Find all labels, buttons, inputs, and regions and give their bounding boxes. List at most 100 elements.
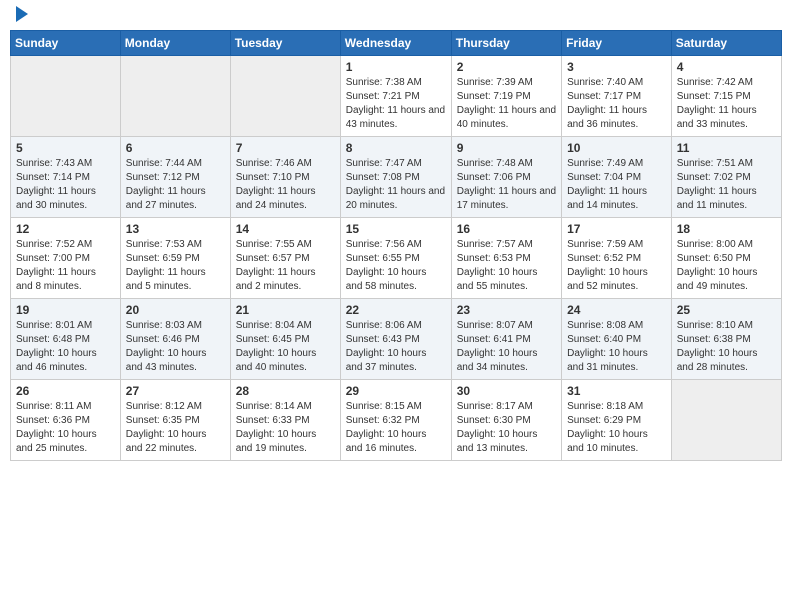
day-info: Sunrise: 7:46 AMSunset: 7:10 PMDaylight:…	[236, 157, 335, 213]
day-info: Sunrise: 7:55 AMSunset: 6:57 PMDaylight:…	[236, 238, 335, 294]
day-info: Sunrise: 7:40 AMSunset: 7:17 PMDaylight:…	[567, 76, 666, 132]
day-number: 5	[16, 141, 115, 155]
day-number: 7	[236, 141, 335, 155]
day-info: Sunrise: 7:47 AMSunset: 7:08 PMDaylight:…	[346, 157, 446, 213]
day-number: 8	[346, 141, 446, 155]
calendar-day-cell	[120, 56, 230, 137]
day-number: 14	[236, 222, 335, 236]
day-of-week-header: Tuesday	[230, 31, 340, 56]
day-number: 12	[16, 222, 115, 236]
calendar-header-row: SundayMondayTuesdayWednesdayThursdayFrid…	[11, 31, 782, 56]
calendar-day-cell: 13Sunrise: 7:53 AMSunset: 6:59 PMDayligh…	[120, 218, 230, 299]
day-info: Sunrise: 7:56 AMSunset: 6:55 PMDaylight:…	[346, 238, 446, 294]
day-info: Sunrise: 8:00 AMSunset: 6:50 PMDaylight:…	[677, 238, 776, 294]
calendar-day-cell: 20Sunrise: 8:03 AMSunset: 6:46 PMDayligh…	[120, 299, 230, 380]
day-info: Sunrise: 8:04 AMSunset: 6:45 PMDaylight:…	[236, 319, 335, 375]
day-number: 15	[346, 222, 446, 236]
calendar-day-cell: 1 Sunrise: 7:38 AMSunset: 7:21 PMDaylight…	[340, 56, 451, 137]
day-number: 10	[567, 141, 666, 155]
day-info: Sunrise: 8:11 AMSunset: 6:36 PMDaylight:…	[16, 400, 115, 456]
day-number: 27	[126, 384, 225, 398]
day-number: 30	[457, 384, 556, 398]
day-info: Sunrise: 7:59 AMSunset: 6:52 PMDaylight:…	[567, 238, 666, 294]
calendar-day-cell: 8 Sunrise: 7:47 AMSunset: 7:08 PMDaylight…	[340, 137, 451, 218]
day-info: Sunrise: 7:44 AMSunset: 7:12 PMDaylight:…	[126, 157, 225, 213]
calendar-day-cell: 16 Sunrise: 7:57 AMSunset: 6:53 PMDayligh…	[451, 218, 561, 299]
calendar-day-cell: 15 Sunrise: 7:56 AMSunset: 6:55 PMDayligh…	[340, 218, 451, 299]
calendar-day-cell: 31Sunrise: 8:18 AMSunset: 6:29 PMDayligh…	[562, 380, 672, 461]
day-number: 31	[567, 384, 666, 398]
day-info: Sunrise: 7:42 AMSunset: 7:15 PMDaylight:…	[677, 76, 776, 132]
calendar-week-row: 1 Sunrise: 7:38 AMSunset: 7:21 PMDaylight…	[11, 56, 782, 137]
calendar-day-cell: 7 Sunrise: 7:46 AMSunset: 7:10 PMDaylight…	[230, 137, 340, 218]
calendar-day-cell: 17 Sunrise: 7:59 AMSunset: 6:52 PMDayligh…	[562, 218, 672, 299]
calendar-day-cell: 3 Sunrise: 7:40 AMSunset: 7:17 PMDaylight…	[562, 56, 672, 137]
day-number: 28	[236, 384, 335, 398]
day-number: 24	[567, 303, 666, 317]
day-info: Sunrise: 8:12 AMSunset: 6:35 PMDaylight:…	[126, 400, 225, 456]
day-info: Sunrise: 8:01 AMSunset: 6:48 PMDaylight:…	[16, 319, 115, 375]
day-number: 13	[126, 222, 225, 236]
day-info: Sunrise: 7:39 AMSunset: 7:19 PMDaylight:…	[457, 76, 556, 132]
calendar-day-cell	[671, 380, 781, 461]
day-info: Sunrise: 7:49 AMSunset: 7:04 PMDaylight:…	[567, 157, 666, 213]
calendar-day-cell: 4 Sunrise: 7:42 AMSunset: 7:15 PMDaylight…	[671, 56, 781, 137]
calendar-day-cell: 27 Sunrise: 8:12 AMSunset: 6:35 PMDayligh…	[120, 380, 230, 461]
day-number: 11	[677, 141, 776, 155]
day-info: Sunrise: 8:08 AMSunset: 6:40 PMDaylight:…	[567, 319, 666, 375]
day-info: Sunrise: 7:43 AMSunset: 7:14 PMDaylight:…	[16, 157, 115, 213]
calendar-week-row: 26 Sunrise: 8:11 AMSunset: 6:36 PMDayligh…	[11, 380, 782, 461]
calendar-day-cell: 9Sunrise: 7:48 AMSunset: 7:06 PMDaylight…	[451, 137, 561, 218]
day-number: 16	[457, 222, 556, 236]
day-info: Sunrise: 8:10 AMSunset: 6:38 PMDaylight:…	[677, 319, 776, 375]
day-number: 25	[677, 303, 776, 317]
day-number: 21	[236, 303, 335, 317]
day-info: Sunrise: 7:38 AMSunset: 7:21 PMDaylight:…	[346, 76, 446, 132]
calendar-week-row: 5 Sunrise: 7:43 AMSunset: 7:14 PMDaylight…	[11, 137, 782, 218]
day-info: Sunrise: 7:48 AMSunset: 7:06 PMDaylight:…	[457, 157, 556, 213]
day-info: Sunrise: 8:07 AMSunset: 6:41 PMDaylight:…	[457, 319, 556, 375]
day-number: 4	[677, 60, 776, 74]
day-number: 2	[457, 60, 556, 74]
day-number: 26	[16, 384, 115, 398]
calendar-day-cell: 29 Sunrise: 8:15 AMSunset: 6:32 PMDayligh…	[340, 380, 451, 461]
calendar-day-cell: 21 Sunrise: 8:04 AMSunset: 6:45 PMDayligh…	[230, 299, 340, 380]
calendar-day-cell: 22 Sunrise: 8:06 AMSunset: 6:43 PMDayligh…	[340, 299, 451, 380]
day-info: Sunrise: 7:51 AMSunset: 7:02 PMDaylight:…	[677, 157, 776, 213]
calendar-week-row: 12 Sunrise: 7:52 AMSunset: 7:00 PMDayligh…	[11, 218, 782, 299]
calendar-day-cell: 18Sunrise: 8:00 AMSunset: 6:50 PMDayligh…	[671, 218, 781, 299]
day-of-week-header: Thursday	[451, 31, 561, 56]
day-of-week-header: Wednesday	[340, 31, 451, 56]
day-info: Sunrise: 8:06 AMSunset: 6:43 PMDaylight:…	[346, 319, 446, 375]
page-header	[10, 10, 782, 22]
day-info: Sunrise: 8:15 AMSunset: 6:32 PMDaylight:…	[346, 400, 446, 456]
logo-arrow-icon	[16, 6, 28, 22]
calendar-day-cell: 10 Sunrise: 7:49 AMSunset: 7:04 PMDayligh…	[562, 137, 672, 218]
calendar-day-cell: 24 Sunrise: 8:08 AMSunset: 6:40 PMDayligh…	[562, 299, 672, 380]
calendar-day-cell: 14 Sunrise: 7:55 AMSunset: 6:57 PMDayligh…	[230, 218, 340, 299]
day-of-week-header: Monday	[120, 31, 230, 56]
day-number: 29	[346, 384, 446, 398]
day-number: 1	[346, 60, 446, 74]
day-info: Sunrise: 7:57 AMSunset: 6:53 PMDaylight:…	[457, 238, 556, 294]
day-info: Sunrise: 8:17 AMSunset: 6:30 PMDaylight:…	[457, 400, 556, 456]
calendar-day-cell: 12 Sunrise: 7:52 AMSunset: 7:00 PMDayligh…	[11, 218, 121, 299]
day-number: 19	[16, 303, 115, 317]
day-number: 3	[567, 60, 666, 74]
calendar-day-cell: 2 Sunrise: 7:39 AMSunset: 7:19 PMDaylight…	[451, 56, 561, 137]
calendar-day-cell: 5 Sunrise: 7:43 AMSunset: 7:14 PMDaylight…	[11, 137, 121, 218]
calendar-day-cell: 11 Sunrise: 7:51 AMSunset: 7:02 PMDayligh…	[671, 137, 781, 218]
day-info: Sunrise: 8:14 AMSunset: 6:33 PMDaylight:…	[236, 400, 335, 456]
calendar-day-cell: 30 Sunrise: 8:17 AMSunset: 6:30 PMDayligh…	[451, 380, 561, 461]
day-info: Sunrise: 7:52 AMSunset: 7:00 PMDaylight:…	[16, 238, 115, 294]
day-number: 17	[567, 222, 666, 236]
calendar-day-cell: 23 Sunrise: 8:07 AMSunset: 6:41 PMDayligh…	[451, 299, 561, 380]
calendar-day-cell: 25 Sunrise: 8:10 AMSunset: 6:38 PMDayligh…	[671, 299, 781, 380]
day-of-week-header: Friday	[562, 31, 672, 56]
day-number: 22	[346, 303, 446, 317]
calendar-day-cell: 28 Sunrise: 8:14 AMSunset: 6:33 PMDayligh…	[230, 380, 340, 461]
calendar-table: SundayMondayTuesdayWednesdayThursdayFrid…	[10, 30, 782, 461]
day-number: 23	[457, 303, 556, 317]
calendar-day-cell: 6Sunrise: 7:44 AMSunset: 7:12 PMDaylight…	[120, 137, 230, 218]
day-info: Sunrise: 8:03 AMSunset: 6:46 PMDaylight:…	[126, 319, 225, 375]
